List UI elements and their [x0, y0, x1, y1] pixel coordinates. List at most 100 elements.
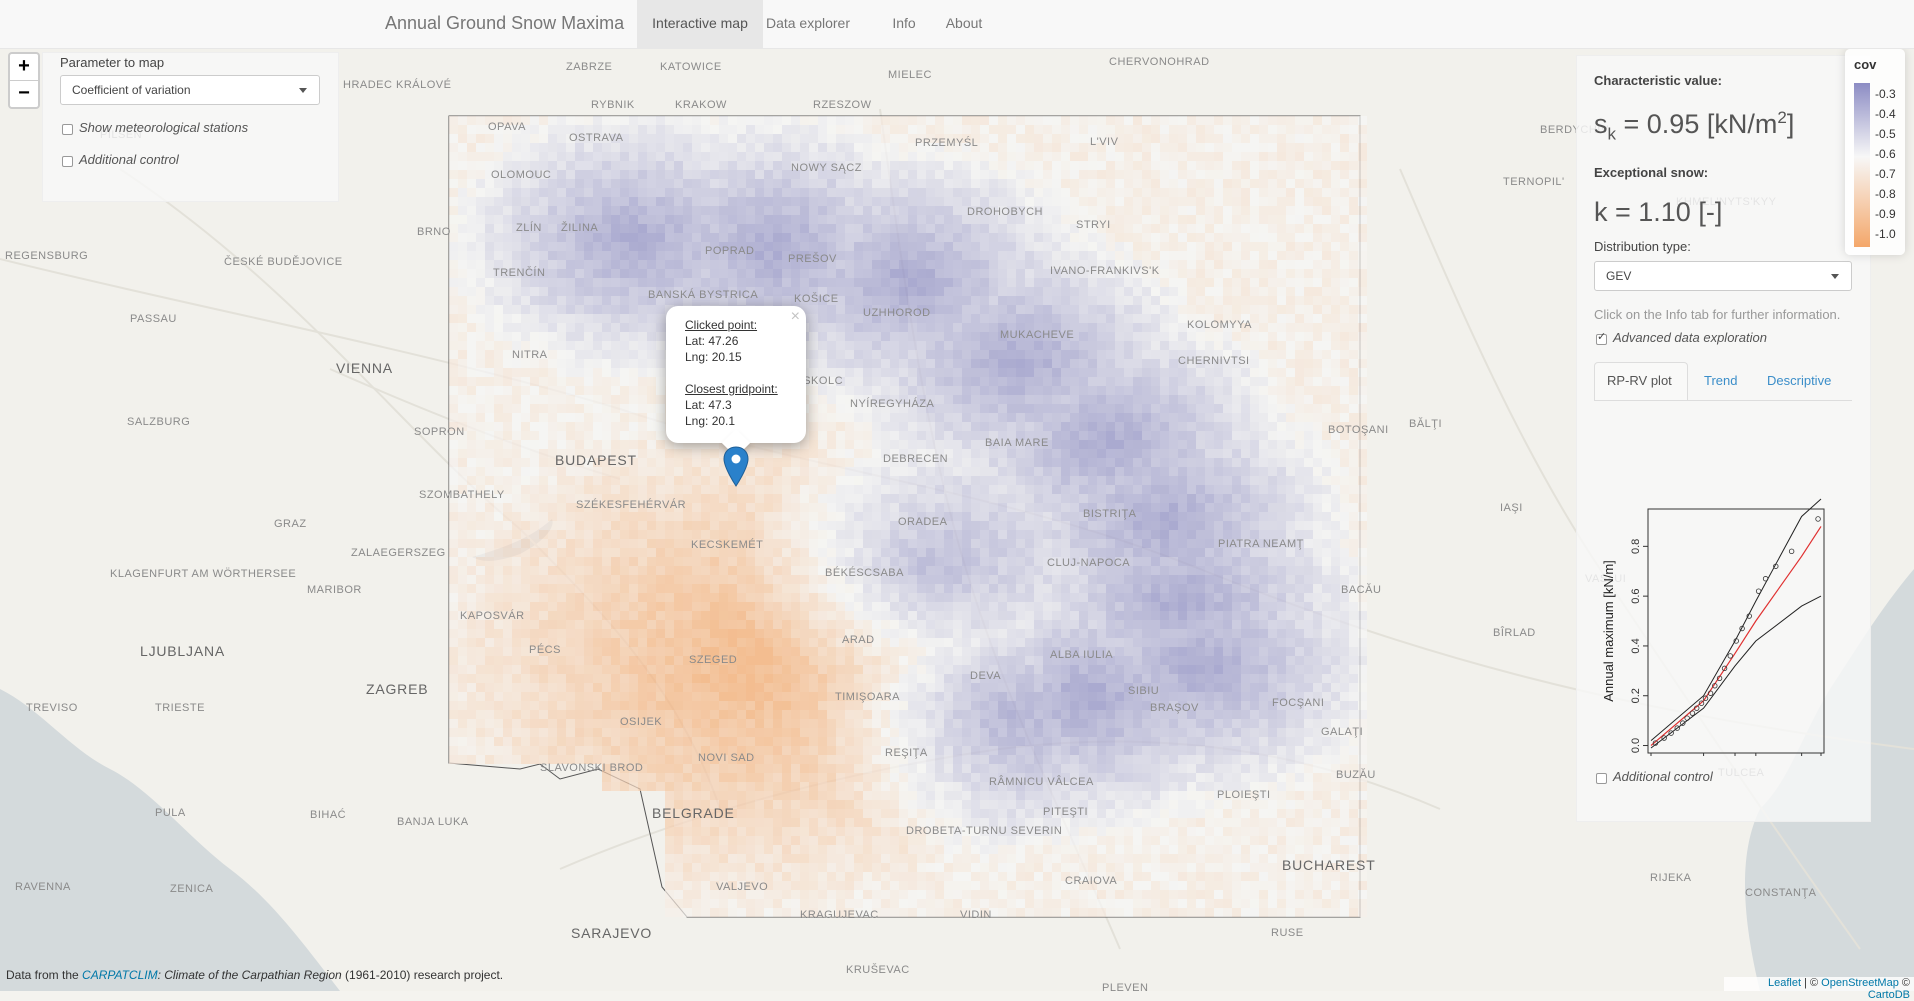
heatmap-cell	[1043, 251, 1052, 260]
heatmap-cell	[755, 161, 764, 170]
heatmap-cell	[737, 494, 746, 503]
heatmap-cell	[1295, 314, 1304, 323]
heatmap-cell	[1178, 521, 1187, 530]
heatmap-cell	[593, 197, 602, 206]
heatmap-cell	[1241, 422, 1250, 431]
heatmap-cell	[809, 449, 818, 458]
heatmap-cell	[665, 476, 674, 485]
heatmap-cell	[1340, 242, 1349, 251]
heatmap-cell	[1070, 251, 1079, 260]
heatmap-cell	[485, 287, 494, 296]
heatmap-cell	[1268, 440, 1277, 449]
heatmap-cell	[638, 395, 647, 404]
heatmap-cell	[503, 404, 512, 413]
heatmap-cell	[1304, 143, 1313, 152]
heatmap-cell	[881, 431, 890, 440]
heatmap-cell	[539, 233, 548, 242]
heatmap-cell	[1079, 359, 1088, 368]
heatmap-cell	[926, 269, 935, 278]
heatmap-cell	[602, 395, 611, 404]
heatmap-cell	[539, 404, 548, 413]
heatmap-cell	[764, 116, 773, 125]
heatmap-cell	[899, 494, 908, 503]
heatmap-cell	[638, 332, 647, 341]
heatmap-cell	[1115, 539, 1124, 548]
heatmap-cell	[1241, 377, 1250, 386]
heatmap-cell	[1349, 476, 1358, 485]
heatmap-cell	[962, 359, 971, 368]
heatmap-cell	[935, 296, 944, 305]
heatmap-cell	[764, 278, 773, 287]
heatmap-cell	[917, 350, 926, 359]
heatmap-cell	[548, 224, 557, 233]
heatmap-cell	[845, 314, 854, 323]
heatmap-cell	[1349, 260, 1358, 269]
heatmap-cell	[1286, 152, 1295, 161]
heatmap-cell	[683, 251, 692, 260]
heatmap-cell	[962, 332, 971, 341]
heatmap-cell	[944, 395, 953, 404]
heatmap-cell	[764, 224, 773, 233]
heatmap-cell	[764, 521, 773, 530]
heatmap-cell	[1205, 494, 1214, 503]
heatmap-cell	[1043, 548, 1052, 557]
heatmap-cell	[503, 521, 512, 530]
heatmap-cell	[656, 440, 665, 449]
heatmap-cell	[1268, 467, 1277, 476]
heatmap-cell	[1007, 314, 1016, 323]
heatmap-cell	[458, 458, 467, 467]
heatmap-cell	[1286, 359, 1295, 368]
heatmap-cell	[962, 413, 971, 422]
heatmap-cell	[926, 170, 935, 179]
heatmap-cell	[521, 494, 530, 503]
heatmap-cell	[1268, 341, 1277, 350]
nav-interactive-map[interactable]: Interactive map	[637, 0, 763, 48]
heatmap-cell	[854, 512, 863, 521]
heatmap-cell	[881, 224, 890, 233]
heatmap-cell	[530, 116, 539, 125]
heatmap-cell	[1007, 170, 1016, 179]
navbar: Annual Ground Snow Maxima Interactive ma…	[0, 0, 1914, 49]
heatmap-cell	[1025, 260, 1034, 269]
heatmap-cell	[998, 233, 1007, 242]
heatmap-cell	[1241, 206, 1250, 215]
heatmap-cell	[1187, 377, 1196, 386]
heatmap-cell	[1016, 125, 1025, 134]
heatmap-cell	[1052, 134, 1061, 143]
heatmap-cell	[566, 530, 575, 539]
heatmap-cell	[1178, 242, 1187, 251]
heatmap-cell	[548, 503, 557, 512]
nav-info[interactable]: Info	[870, 0, 938, 48]
heatmap-cell	[1034, 125, 1043, 134]
heatmap-cell	[485, 395, 494, 404]
heatmap-cell	[1322, 296, 1331, 305]
heatmap-cell	[674, 512, 683, 521]
heatmap-cell	[638, 197, 647, 206]
heatmap-cell	[1241, 386, 1250, 395]
heatmap-cell	[1025, 521, 1034, 530]
heatmap-cell	[1070, 359, 1079, 368]
nav-about[interactable]: About	[939, 0, 989, 48]
nav-data-explorer[interactable]: Data explorer	[763, 0, 853, 48]
heatmap-cell	[836, 188, 845, 197]
heatmap-cell	[503, 476, 512, 485]
heatmap-cell	[908, 548, 917, 557]
heatmap-cell	[881, 332, 890, 341]
heatmap-cell	[908, 188, 917, 197]
heatmap-cell	[1079, 242, 1088, 251]
heatmap-cell	[1079, 314, 1088, 323]
heatmap-cell	[611, 350, 620, 359]
heatmap-cell	[800, 215, 809, 224]
heatmap-cell	[512, 476, 521, 485]
heatmap-cell	[1214, 512, 1223, 521]
heatmap-cell	[1007, 377, 1016, 386]
heatmap-cell	[836, 260, 845, 269]
heatmap-cell	[647, 512, 656, 521]
heatmap-cell	[773, 143, 782, 152]
heatmap-cell	[1196, 485, 1205, 494]
heatmap-cell	[557, 242, 566, 251]
heatmap-cell	[665, 278, 674, 287]
app-title[interactable]: Annual Ground Snow Maxima	[385, 0, 624, 48]
heatmap-cell	[575, 305, 584, 314]
heatmap-cell	[683, 476, 692, 485]
